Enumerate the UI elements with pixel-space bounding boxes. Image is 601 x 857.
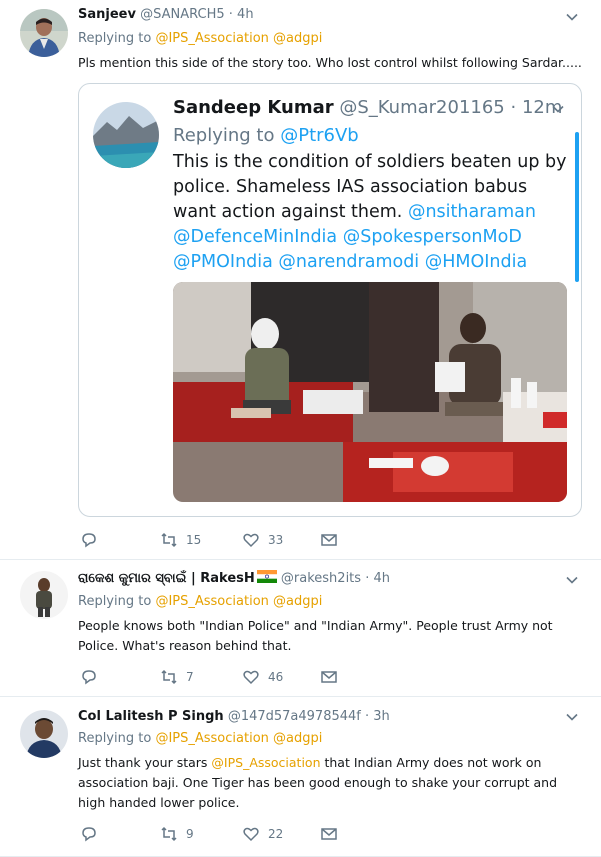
heart-icon: [243, 670, 259, 685]
separator-dot: ·: [365, 709, 370, 724]
replying-to-label: Replying to: [78, 31, 152, 46]
tweet-text-mention[interactable]: @IPS_Association: [211, 755, 320, 770]
chevron-down-icon[interactable]: [565, 710, 579, 724]
tweet-text-start: Just thank your stars: [78, 755, 208, 770]
like-count: 46: [268, 670, 284, 684]
tweet-text: People knows both "Indian Police" and "I…: [78, 618, 553, 653]
timestamp[interactable]: 4h: [373, 571, 390, 586]
replying-to-mentions[interactable]: @IPS_Association @adgpi: [155, 31, 322, 46]
separator-dot: ·: [365, 571, 370, 586]
direct-message-button[interactable]: [320, 531, 338, 549]
avatar[interactable]: [20, 710, 68, 758]
replying-to-label: Replying to: [78, 594, 152, 609]
scrollbar[interactable]: [575, 132, 579, 282]
quoted-replying-to-mention[interactable]: @Ptr6Vb: [280, 125, 359, 146]
separator-dot: ·: [228, 7, 233, 22]
chevron-down-icon[interactable]: [565, 10, 579, 24]
retweet-count: 15: [186, 533, 202, 547]
direct-message-button[interactable]: [320, 825, 338, 843]
like-button[interactable]: 22: [242, 825, 283, 843]
tweet-1[interactable]: Sanjeev @SANARCH5 · 4h Replying to @IPS_…: [0, 0, 601, 560]
avatar[interactable]: [20, 571, 68, 619]
envelope-icon: [321, 671, 337, 683]
retweet-icon: [161, 826, 177, 842]
retweet-button[interactable]: 15: [160, 531, 201, 549]
chevron-down-icon[interactable]: [551, 102, 565, 116]
reply-icon: [82, 533, 96, 548]
retweet-button[interactable]: 9: [160, 825, 194, 843]
tweet-text: Just thank your stars @IPS_Association t…: [78, 753, 568, 813]
heart-icon: [243, 827, 259, 842]
display-name[interactable]: ରାକେଶ କୁମାର ସ୍ବାଇଁ | RakesH: [78, 571, 255, 586]
direct-message-button[interactable]: [320, 668, 338, 686]
like-count: 33: [268, 533, 284, 547]
retweet-count: 7: [186, 670, 194, 684]
reply-button[interactable]: [80, 668, 98, 686]
retweet-icon: [161, 532, 177, 548]
quoted-display-name[interactable]: Sandeep Kumar: [173, 97, 334, 118]
quoted-tweet-card[interactable]: Sandeep Kumar @S_Kumar201165 · 12m Reply…: [78, 83, 582, 517]
retweet-icon: [161, 669, 177, 685]
reply-button[interactable]: [80, 531, 98, 549]
retweet-count: 9: [186, 827, 194, 841]
replying-to-label: Replying to: [78, 731, 152, 746]
tweet-3[interactable]: Col Lalitesh P Singh @147d57a4978544f · …: [0, 697, 601, 857]
tweet-text: Pls mention this side of the story too. …: [78, 55, 582, 70]
display-name[interactable]: Sanjeev: [78, 7, 136, 22]
chevron-down-icon[interactable]: [565, 573, 579, 587]
timestamp[interactable]: 3h: [373, 709, 390, 724]
tweet-2[interactable]: ରାକେଶ କୁମାର ସ୍ବାଇଁ | RakesH @rakesh2its …: [0, 560, 601, 697]
display-name[interactable]: Col Lalitesh P Singh: [78, 709, 224, 724]
user-handle[interactable]: @SANARCH5: [140, 7, 225, 22]
envelope-icon: [321, 534, 337, 546]
replying-to-mentions[interactable]: @IPS_Association @adgpi: [155, 731, 322, 746]
reply-button[interactable]: [80, 825, 98, 843]
user-handle[interactable]: @147d57a4978544f: [228, 709, 361, 724]
tweet-actions: 15 33: [80, 531, 380, 551]
envelope-icon: [321, 828, 337, 840]
heart-icon: [243, 533, 259, 548]
timestamp[interactable]: 4h: [237, 7, 254, 22]
reply-icon: [82, 670, 96, 685]
avatar[interactable]: [20, 9, 68, 57]
like-button[interactable]: 46: [242, 668, 283, 686]
reply-icon: [82, 827, 96, 842]
replying-to-mentions[interactable]: @IPS_Association @adgpi: [155, 594, 322, 609]
quoted-replying-to-label: Replying to: [173, 125, 275, 146]
quoted-tweet-photo[interactable]: [173, 282, 567, 502]
tweet-actions: 9 22: [80, 825, 380, 845]
retweet-button[interactable]: 7: [160, 668, 194, 686]
separator-dot: ·: [510, 97, 517, 118]
india-flag-icon: [256, 570, 277, 583]
like-count: 22: [268, 827, 284, 841]
user-handle[interactable]: @rakesh2its: [281, 571, 361, 586]
like-button[interactable]: 33: [242, 531, 283, 549]
quoted-user-handle[interactable]: @S_Kumar201165: [339, 97, 504, 118]
quoted-avatar[interactable]: [93, 102, 159, 168]
tweet-actions: 7 46: [80, 668, 380, 688]
